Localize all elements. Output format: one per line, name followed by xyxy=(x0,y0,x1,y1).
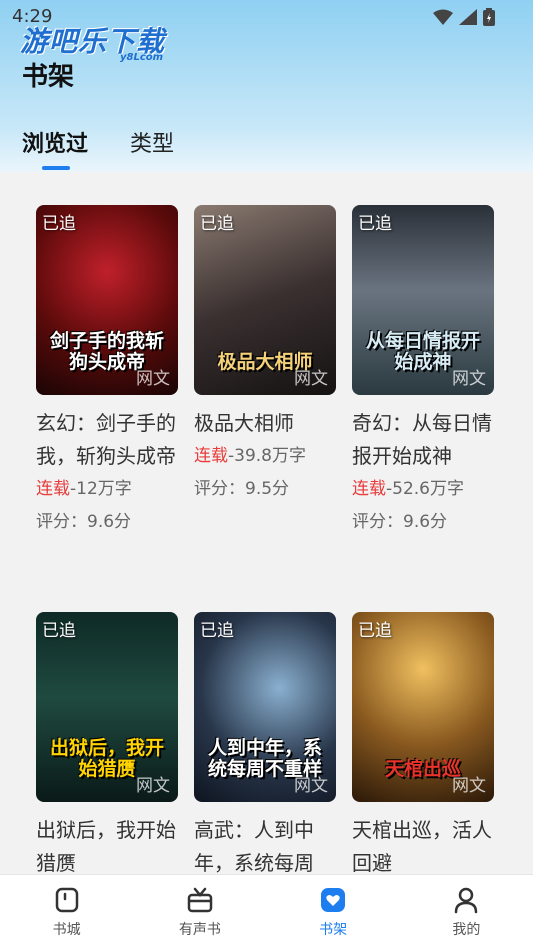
book-rating: 评分：9.6分 xyxy=(36,512,132,532)
tabbar-bookstore[interactable]: 书城 xyxy=(0,875,133,948)
tabbar-label: 有声书 xyxy=(178,922,221,938)
serial-status: 连载 xyxy=(352,479,386,499)
serial-status: 连载 xyxy=(194,446,228,466)
tabbar-label: 书城 xyxy=(52,922,81,938)
bottom-tab-bar: 书城 有声书 书架 我的 xyxy=(0,874,533,948)
tab-history[interactable]: 浏览过 xyxy=(22,126,88,158)
bookshelf-grid: 已追 剑子手的我斩狗头成帝 网文 玄幻：剑子手的我，斩狗头成帝 连载-12万字 … xyxy=(0,172,533,874)
signal-icon xyxy=(459,9,477,25)
book-title: 极品大相师 xyxy=(194,411,294,435)
cover-watermark: 网文 xyxy=(294,776,328,796)
book-title: 玄幻：剑子手的我，斩狗头成帝 xyxy=(36,411,176,468)
tabbar-audiobook[interactable]: 有声书 xyxy=(133,875,266,948)
book-rating: 评分：9.5分 xyxy=(194,479,290,499)
book-card[interactable]: 已追 剑子手的我斩狗头成帝 网文 玄幻：剑子手的我，斩狗头成帝 连载-12万字 … xyxy=(36,205,178,539)
followed-badge: 已追 xyxy=(42,214,76,234)
tabbar-bookshelf[interactable]: 书架 xyxy=(267,875,400,948)
book-cover: 已追 极品大相师 网文 xyxy=(194,205,336,395)
book-cover: 已追 人到中年，系统每周不重样 网文 xyxy=(194,612,336,802)
book-title: 高武：人到中年，系统每周 xyxy=(194,818,314,874)
book-card[interactable]: 已追 人到中年，系统每周不重样 网文 高武：人到中年，系统每周 xyxy=(194,612,336,874)
book-meta: 连载-12万字 xyxy=(36,473,178,506)
book-card[interactable]: 已追 出狱后，我开始猎赝 网文 出狱后，我开始猎赝 xyxy=(36,612,178,874)
book-title: 奇幻：从每日情报开始成神 xyxy=(352,411,492,468)
audiobook-icon xyxy=(187,887,213,913)
header: 4:29 游吧乐下载 y8Lcom 书架 浏览过 类型 xyxy=(0,0,533,172)
cover-watermark: 网文 xyxy=(136,776,170,796)
word-count: -52.6万字 xyxy=(386,479,464,499)
book-title: 天棺出巡，活人回避 xyxy=(352,818,492,874)
profile-icon xyxy=(455,887,478,914)
book-cover: 已追 剑子手的我斩狗头成帝 网文 xyxy=(36,205,178,395)
tab-type[interactable]: 类型 xyxy=(130,126,174,158)
followed-badge: 已追 xyxy=(358,621,392,641)
tab-indicator xyxy=(42,166,70,170)
book-meta: 连载-52.6万字 xyxy=(352,473,494,506)
bookstore-icon xyxy=(55,887,78,913)
word-count: -12万字 xyxy=(70,479,132,499)
cover-watermark: 网文 xyxy=(452,776,486,796)
book-cover: 已追 天棺出巡 网文 xyxy=(352,612,494,802)
followed-badge: 已追 xyxy=(200,214,234,234)
book-card[interactable]: 已追 天棺出巡 网文 天棺出巡，活人回避 xyxy=(352,612,494,874)
book-rating: 评分：9.6分 xyxy=(352,512,448,532)
followed-badge: 已追 xyxy=(42,621,76,641)
word-count: -39.8万字 xyxy=(228,446,306,466)
cover-watermark: 网文 xyxy=(452,369,486,389)
status-icons xyxy=(433,8,495,26)
book-cover: 已追 出狱后，我开始猎赝 网文 xyxy=(36,612,178,802)
followed-badge: 已追 xyxy=(200,621,234,641)
book-cover: 已追 从每日情报开始成神 网文 xyxy=(352,205,494,395)
cover-watermark: 网文 xyxy=(294,369,328,389)
book-meta: 连载-39.8万字 xyxy=(194,440,336,473)
book-card[interactable]: 已追 极品大相师 网文 极品大相师 连载-39.8万字 评分：9.5分 xyxy=(194,205,336,506)
cover-watermark: 网文 xyxy=(136,369,170,389)
followed-badge: 已追 xyxy=(358,214,392,234)
tabbar-label: 书架 xyxy=(319,922,348,938)
bookshelf-icon xyxy=(321,888,346,912)
book-title: 出狱后，我开始猎赝 xyxy=(36,818,176,874)
page-title: 书架 xyxy=(22,62,75,92)
watermark-logo-sub: y8Lcom xyxy=(120,52,164,63)
tabbar-profile[interactable]: 我的 xyxy=(400,875,533,948)
book-card[interactable]: 已追 从每日情报开始成神 网文 奇幻：从每日情报开始成神 连载-52.6万字 评… xyxy=(352,205,494,539)
serial-status: 连载 xyxy=(36,479,70,499)
tab-bar-top: 浏览过 类型 xyxy=(22,126,174,158)
tabbar-label: 我的 xyxy=(452,922,481,938)
battery-icon xyxy=(483,8,495,26)
wifi-icon xyxy=(433,9,453,25)
